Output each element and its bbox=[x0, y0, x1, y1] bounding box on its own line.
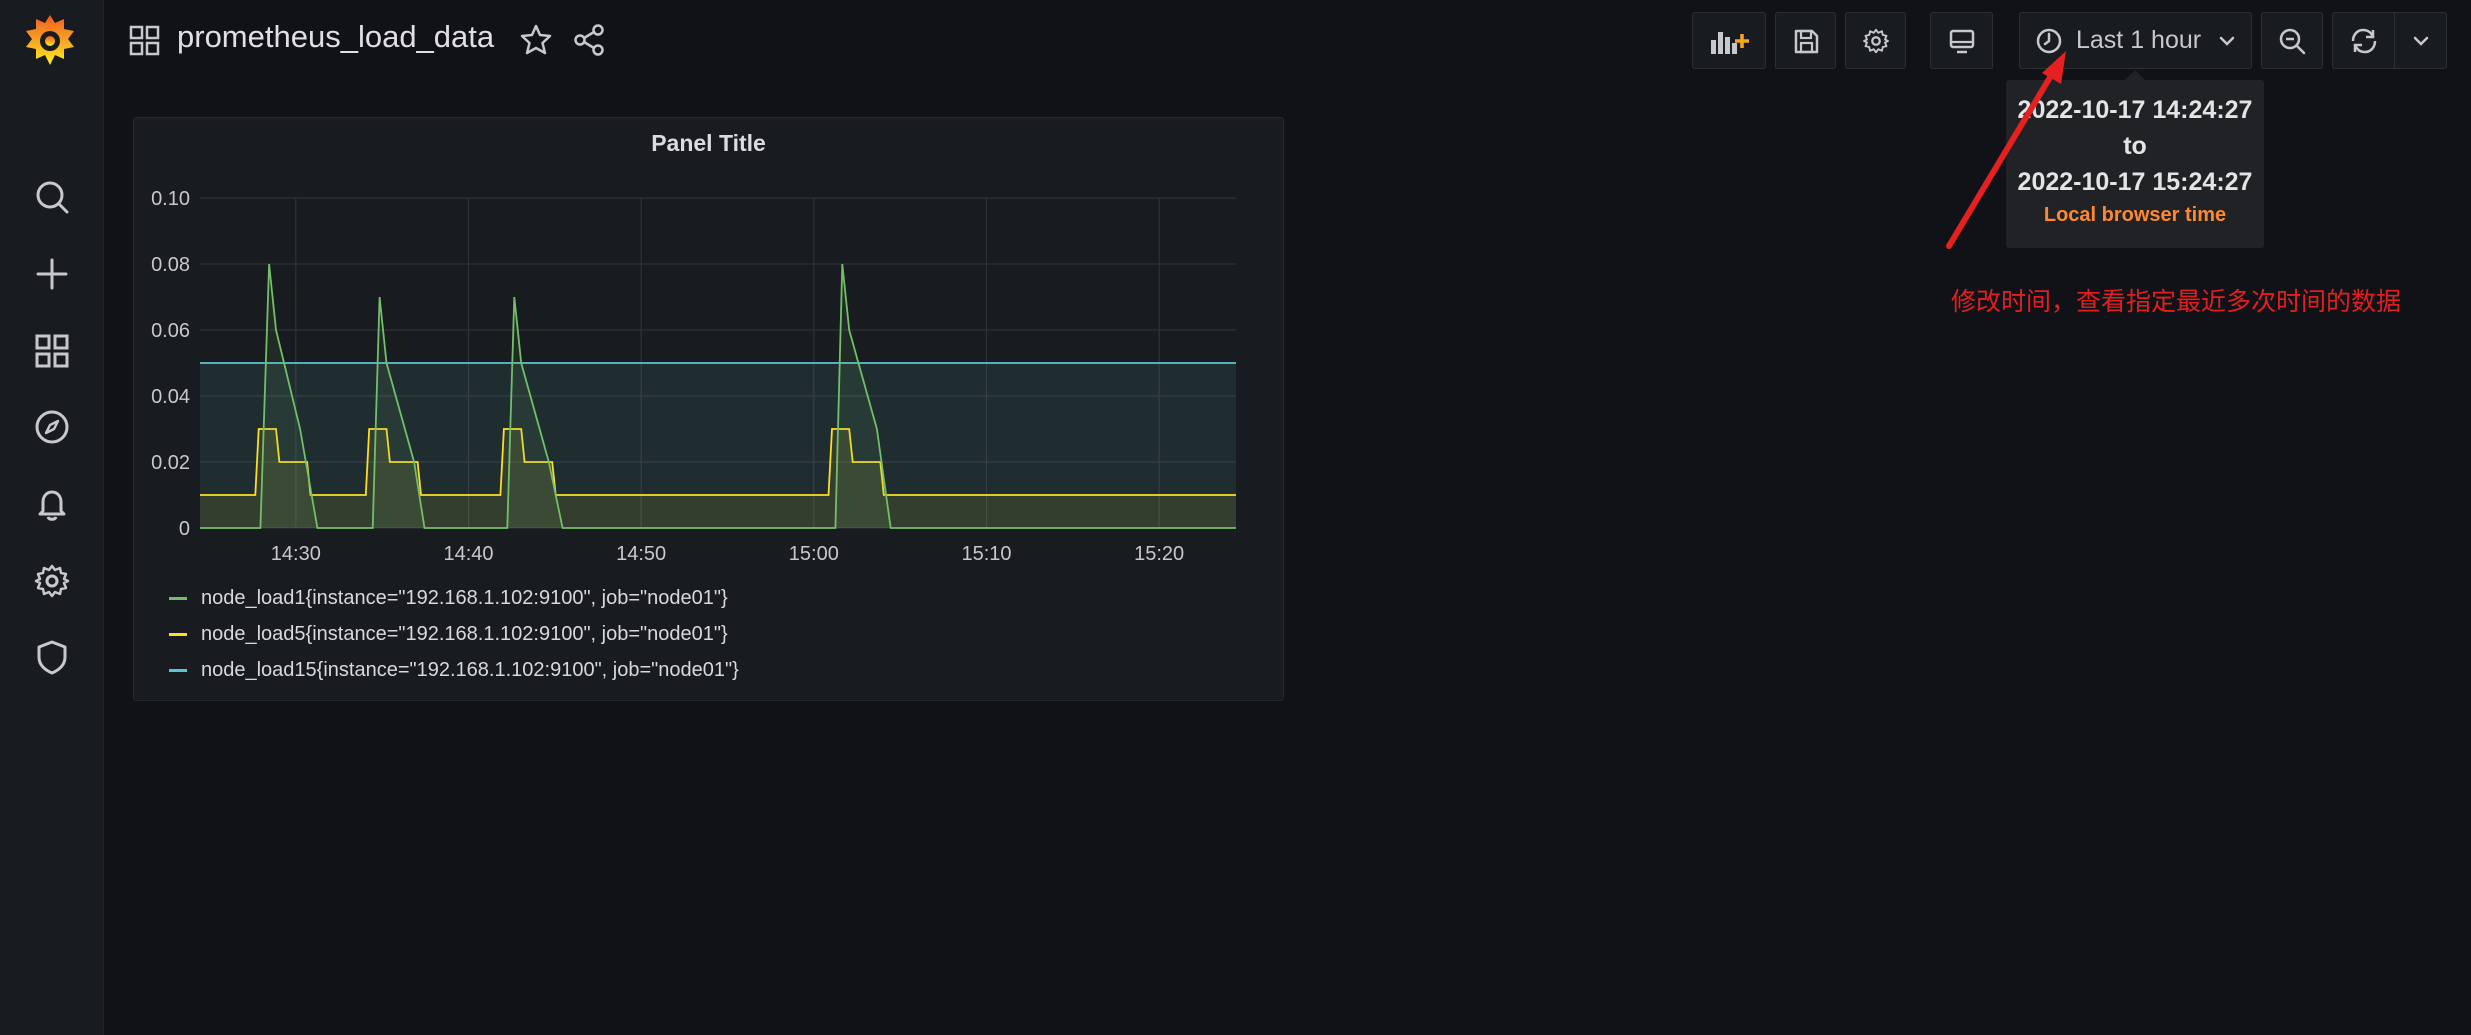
clock-icon bbox=[2036, 28, 2062, 53]
load-chart: 0 0.02 0.04 0.06 0.08 0.10 14:30 14:40 14:50 15:0… bbox=[151, 188, 1236, 565]
x-tick-label: 14:50 bbox=[616, 543, 666, 565]
x-tick-label: 14:40 bbox=[443, 543, 493, 565]
time-range-tooltip: 2022-10-17 14:24:27 to 2022-10-17 15:24:… bbox=[2006, 70, 2264, 248]
refresh-button[interactable] bbox=[2332, 12, 2394, 69]
chevron-down-icon bbox=[2219, 36, 2235, 46]
x-tick-label: 15:00 bbox=[789, 543, 839, 565]
save-dashboard-button[interactable] bbox=[1775, 12, 1836, 69]
gear-icon bbox=[1862, 28, 1889, 53]
explore-icon[interactable] bbox=[28, 403, 76, 451]
monitor-icon bbox=[1949, 29, 1974, 53]
sidebar bbox=[0, 0, 104, 1035]
legend-label: node_load1{instance="192.168.1.102:9100"… bbox=[201, 586, 728, 609]
y-tick-label: 0 bbox=[179, 518, 190, 540]
time-picker-button[interactable]: Last 1 hour bbox=[2019, 12, 2252, 69]
alerting-icon[interactable] bbox=[28, 480, 76, 528]
chevron-down-icon bbox=[2413, 36, 2428, 46]
x-tick-label: 15:10 bbox=[961, 543, 1011, 565]
dashboards-icon[interactable] bbox=[28, 327, 76, 375]
dashboard-title[interactable]: prometheus_load_data bbox=[177, 19, 494, 55]
legend-label: node_load15{instance="192.168.1.102:9100… bbox=[201, 658, 739, 681]
add-panel-icon bbox=[1711, 31, 1749, 54]
legend-label: node_load5{instance="192.168.1.102:9100"… bbox=[201, 622, 728, 645]
time-range-label: Last 1 hour bbox=[2076, 26, 2202, 54]
legend-item[interactable]: node_load1{instance="192.168.1.102:9100"… bbox=[169, 580, 739, 616]
legend-swatch bbox=[169, 668, 187, 672]
y-tick-label: 0.08 bbox=[151, 254, 190, 276]
tooltip-timezone: Local browser time bbox=[2043, 204, 2227, 226]
x-tick-label: 14:30 bbox=[271, 543, 321, 565]
grafana-logo-icon[interactable] bbox=[22, 11, 78, 71]
plus-icon[interactable] bbox=[28, 250, 76, 298]
dashboard-settings-button[interactable] bbox=[1845, 12, 1906, 69]
y-tick-label: 0.02 bbox=[151, 452, 190, 474]
refresh-interval-dropdown[interactable] bbox=[2394, 12, 2447, 69]
refresh-icon bbox=[2351, 28, 2376, 53]
gear-icon[interactable] bbox=[28, 557, 76, 605]
y-tick-label: 0.10 bbox=[151, 188, 190, 210]
save-icon bbox=[1794, 29, 1818, 53]
legend-swatch bbox=[169, 632, 187, 636]
x-tick-label: 15:20 bbox=[1134, 543, 1184, 565]
legend-swatch bbox=[169, 596, 187, 600]
annotation-text: 修改时间，查看指定最近多次时间的数据 bbox=[1951, 288, 2402, 316]
search-icon[interactable] bbox=[28, 173, 76, 221]
tv-mode-button[interactable] bbox=[1930, 12, 1993, 69]
legend-item[interactable]: node_load15{instance="192.168.1.102:9100… bbox=[169, 652, 739, 688]
share-icon[interactable] bbox=[571, 22, 607, 58]
y-tick-label: 0.04 bbox=[151, 386, 190, 408]
add-panel-button[interactable] bbox=[1692, 12, 1766, 69]
graph-panel: Panel Title 0 0.02 0.04 0.06 0.08 0.10 14:30 14… bbox=[133, 117, 1284, 701]
dashboard-grid-icon bbox=[129, 25, 160, 56]
chart-legend: node_load1{instance="192.168.1.102:9100"… bbox=[169, 580, 739, 688]
shield-icon[interactable] bbox=[28, 633, 76, 681]
star-icon[interactable] bbox=[518, 22, 554, 58]
tooltip-to-word: to bbox=[2123, 132, 2147, 160]
tooltip-to: 2022-10-17 15:24:27 bbox=[2017, 168, 2253, 196]
y-tick-label: 0.06 bbox=[151, 320, 190, 342]
legend-item[interactable]: node_load5{instance="192.168.1.102:9100"… bbox=[169, 616, 739, 652]
tooltip-from: 2022-10-17 14:24:27 bbox=[2017, 96, 2253, 124]
zoom-out-button[interactable] bbox=[2261, 12, 2323, 69]
zoom-out-icon bbox=[2279, 28, 2306, 54]
